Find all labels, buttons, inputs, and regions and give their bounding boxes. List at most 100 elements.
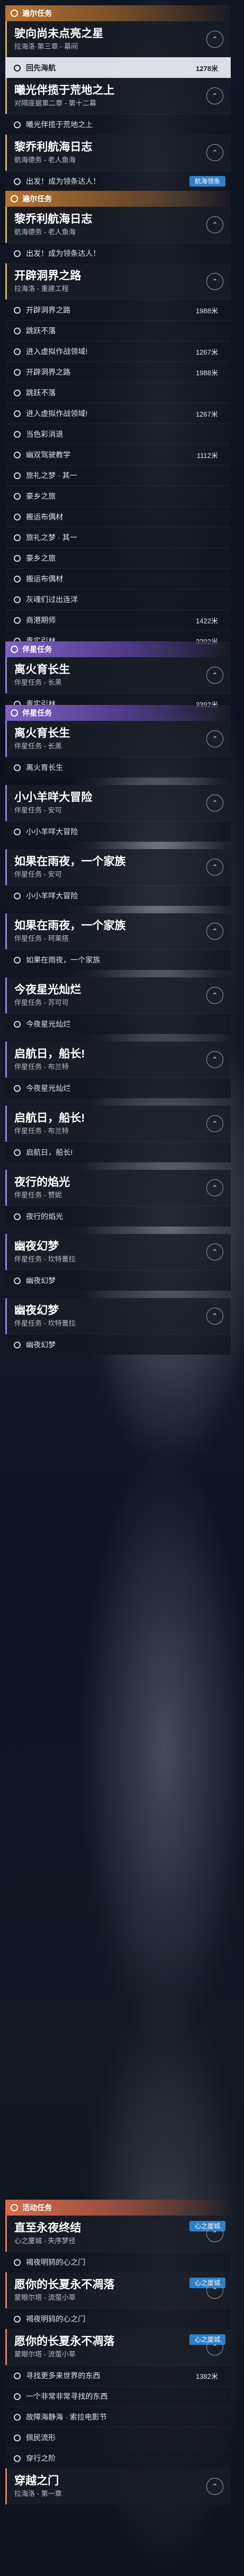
quest-step[interactable]: 跳跃不落	[5, 320, 231, 341]
quest-step[interactable]: 小小羊咩大冒险	[5, 821, 231, 842]
quest-card[interactable]: 小小羊咩大冒险 伴星任务 - 安可 ⌃	[5, 785, 231, 821]
quest-step[interactable]: 启航日，船长!	[5, 1142, 231, 1162]
collapse-caret-icon[interactable]: ⌃	[206, 1243, 223, 1260]
quest-card[interactable]: 夜行的焰光 伴星任务 - 赞妮 ⌃	[5, 1170, 231, 1206]
collapse-caret-icon[interactable]: ⌃	[206, 2339, 223, 2356]
collapse-caret-icon[interactable]: ⌃	[206, 216, 223, 233]
collapse-caret-icon[interactable]: ⌃	[206, 1308, 223, 1325]
step-marker-icon	[14, 451, 21, 458]
quest-card[interactable]: 今夜星光灿烂 伴星任务 - 苏可可 ⌃	[5, 977, 231, 1013]
quest-card[interactable]: 直至永夜终结 心之厦城 - 失序梦径 心之厦城 ⌃	[5, 2216, 231, 2252]
step-label: 跳跃不落	[26, 389, 56, 397]
quest-subtitle: 伴星任务 - 安可	[14, 870, 62, 878]
quest-step[interactable]: 曦光伴揽于荒地之上	[5, 114, 231, 135]
quest-step[interactable]: 佩民流形	[5, 2427, 231, 2448]
quest-card[interactable]: 开辟洞界之路 拉海洛 - 重建工程 ⌃	[5, 263, 231, 299]
quest-card[interactable]: 启航日，船长! 伴星任务 - 布兰特 ⌃	[5, 1042, 231, 1078]
quest-title: 黎乔利航海日志	[14, 213, 92, 225]
quest-card[interactable]: 黎乔利航海日志 航海德务 - 老人鱼海 ⌃	[5, 207, 231, 243]
step-marker-icon	[14, 1213, 21, 1220]
quest-card[interactable]: 黎乔利航海日志 航海德务 - 老人鱼海 ⌃	[5, 135, 231, 171]
step-label: 进入虚拟作战领域!	[26, 347, 88, 356]
step-marker-icon	[14, 1149, 21, 1156]
quest-card[interactable]: 离火育长生 伴星任务 - 长黑 ⌃	[5, 721, 231, 757]
quest-step[interactable]: 今夜星光灿烂	[5, 1078, 231, 1098]
quest-step[interactable]: 寻找更多来世界的东西 1382米	[5, 2365, 231, 2386]
quest-card[interactable]: 驶向尚未点亮之星 拉海洛·第三章 - 幕间 ⌃	[5, 21, 231, 57]
quest-step[interactable]: 故障海静海 · 索拉电影节	[5, 2406, 231, 2427]
quest-card[interactable]: 愿你的长夏永不凋落 蒙眼尔塔 - 流萤小草 心之厦城 ⌃	[5, 2329, 231, 2365]
quest-step[interactable]: 褐夜明鸫的心之门	[5, 2308, 231, 2329]
step-marker-icon	[14, 472, 21, 479]
collapse-caret-icon[interactable]: ⌃	[206, 730, 223, 747]
quest-step[interactable]: 出发！成为领条达人！	[5, 243, 231, 263]
quest-step[interactable]: 褐夜明鸫的心之门	[5, 2252, 231, 2272]
collapse-caret-icon[interactable]: ⌃	[206, 2225, 223, 2242]
quest-step[interactable]: 搬运布偶材	[5, 506, 231, 527]
quest-card[interactable]: 幽夜幻梦 伴星任务 - 坎特蕾拉 ⌃	[5, 1234, 231, 1270]
quest-subtitle: 伴星任务 - 布兰特	[14, 1127, 69, 1135]
step-distance: 1422米	[196, 616, 218, 625]
collapse-caret-icon[interactable]: ⌃	[206, 1051, 223, 1068]
quest-step[interactable]: 灰魂们过出连洋	[5, 589, 231, 610]
collapse-caret-icon[interactable]: ⌃	[206, 2478, 223, 2495]
quest-step[interactable]: 离火育长生	[5, 757, 231, 778]
collapse-caret-icon[interactable]: ⌃	[206, 273, 223, 290]
quest-step[interactable]: 跳跃不落	[5, 382, 231, 403]
quest-step[interactable]: 一个非常非常寻找的东西	[5, 2386, 231, 2406]
quest-step[interactable]: 幽双驾驶教学 1112米	[5, 444, 231, 465]
quest-card[interactable]: 幽夜幻梦 伴星任务 - 坎特蕾拉 ⌃	[5, 1298, 231, 1334]
quest-step[interactable]: 穿行之阶	[5, 2448, 231, 2468]
quest-title: 离火育长生	[14, 727, 70, 739]
quest-card[interactable]: 启航日，船长! 伴星任务 - 布兰特 ⌃	[5, 1106, 231, 1142]
collapse-caret-icon[interactable]: ⌃	[206, 1179, 223, 1196]
quest-step[interactable]: 进入虚拟作战领域! 1267米	[5, 341, 231, 361]
quest-step[interactable]: 回先海航 1278米	[5, 57, 231, 78]
collapse-caret-icon[interactable]: ⌃	[206, 144, 223, 161]
quest-panel-5: 活动任务 直至永夜终结 心之厦城 - 失序梦径 心之厦城 ⌃ 褐夜明鸫的心之门 …	[5, 2200, 231, 2504]
quest-step[interactable]: 进入虚拟作战领域! 1267米	[5, 403, 231, 424]
quest-step[interactable]: 夜行的焰光	[5, 1206, 231, 1227]
step-label: 搬运布偶材	[26, 513, 63, 521]
collapse-caret-icon[interactable]: ⌃	[206, 1115, 223, 1132]
quest-card[interactable]: 如果在雨夜，一个家族 伴星任务 - 安可 ⌃	[5, 849, 231, 885]
quest-step[interactable]: 小小羊咩大冒险	[5, 885, 231, 906]
collapse-caret-icon[interactable]: ⌃	[206, 859, 223, 876]
quest-step[interactable]: 当色彩消退	[5, 424, 231, 444]
quest-card[interactable]: 离火育长生 伴星任务 - 长黑 ⌃	[5, 657, 231, 693]
quest-step[interactable]: 出发！成为领条达人！ 航海领条	[5, 171, 231, 191]
quest-card[interactable]: 曦光伴揽于荒地之上 对隔座据第二章 - 第十二幕 ⌃	[5, 78, 231, 114]
quest-step[interactable]: 幽夜幻梦	[5, 1270, 231, 1291]
step-label: 离火育长生	[26, 763, 63, 772]
quest-card[interactable]: 穿越之门 拉海洛 - 第一章 ⌃	[5, 2468, 231, 2504]
quest-step[interactable]: 今夜星光灿烂	[5, 1013, 231, 1034]
collapse-caret-icon[interactable]: ⌃	[206, 667, 223, 684]
collapse-caret-icon[interactable]: ⌃	[206, 87, 223, 104]
quest-step[interactable]: 幽夜幻梦	[5, 1334, 231, 1355]
collapse-caret-icon[interactable]: ⌃	[206, 2282, 223, 2299]
quest-step[interactable]: 旅礼之梦 · 其一	[5, 465, 231, 486]
collapse-caret-icon[interactable]: ⌃	[206, 923, 223, 940]
quest-step[interactable]: 豪乡之旅	[5, 486, 231, 506]
quest-subtitle: 航海德务 - 老人鱼海	[14, 228, 76, 236]
step-label: 小小羊咩大冒险	[26, 827, 78, 836]
collapse-caret-icon[interactable]: ⌃	[206, 987, 223, 1004]
quest-title: 驶向尚未点亮之星	[14, 28, 103, 40]
quest-category-icon	[11, 709, 18, 717]
quest-category-icon	[11, 646, 18, 653]
quest-step[interactable]: 旅礼之梦 · 其一	[5, 527, 231, 548]
step-marker-icon	[14, 513, 21, 521]
collapse-caret-icon[interactable]: ⌃	[206, 31, 223, 48]
quest-step[interactable]: 豪乡之旅	[5, 548, 231, 568]
quest-step[interactable]: 搬运布偶材	[5, 568, 231, 589]
section-header: 伴星任务	[5, 705, 231, 721]
step-marker-icon	[14, 410, 21, 417]
quest-step[interactable]: 开辟洞界之路 1988米	[5, 361, 231, 382]
section-header-label: 伴星任务	[22, 709, 52, 717]
quest-step[interactable]: 如果在雨夜，一个家族	[5, 949, 231, 970]
quest-step[interactable]: 开辟洞界之路 1988米	[5, 299, 231, 320]
collapse-caret-icon[interactable]: ⌃	[206, 795, 223, 811]
quest-card[interactable]: 如果在雨夜，一个家族 伴星任务 - 珂莱搭 ⌃	[5, 913, 231, 949]
quest-card[interactable]: 愿你的长夏永不凋落 蒙眼尔塔 - 流萤小草 心之厦城 ⌃	[5, 2272, 231, 2308]
quest-step[interactable]: 商港期师 1422米	[5, 610, 231, 630]
